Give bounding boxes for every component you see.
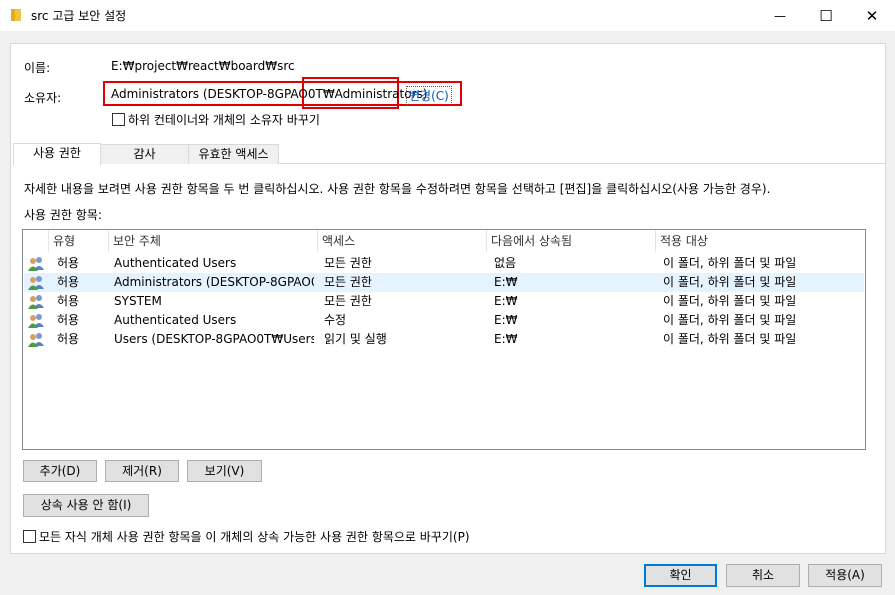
row-type: 허용 xyxy=(57,332,80,346)
close-icon: ✕ xyxy=(865,6,879,25)
row-access: 모든 권한 xyxy=(324,256,372,270)
users-icon xyxy=(28,276,44,290)
change-owner-link[interactable]: 변경(C) xyxy=(406,86,452,105)
column-header-icon[interactable] xyxy=(23,230,49,252)
view-button[interactable]: 보기(V) xyxy=(187,460,262,482)
replace-child-permissions-label[interactable]: 모든 자식 개체 사용 권한 항목을 이 개체의 상속 가능한 사용 권한 항목… xyxy=(39,528,470,545)
remove-button[interactable]: 제거(R) xyxy=(105,460,179,482)
row-applies-to: 이 폴더, 하위 폴더 및 파일 xyxy=(663,256,797,270)
row-access: 수정 xyxy=(324,313,347,327)
disable-inheritance-button[interactable]: 상속 사용 안 함(I) xyxy=(23,494,149,517)
window-title: src 고급 보안 설정 xyxy=(31,9,127,23)
permission-entries-label: 사용 권한 항목: xyxy=(24,208,102,222)
maximize-button[interactable]: ☐ xyxy=(803,0,849,31)
row-access: 읽기 및 실행 xyxy=(324,332,387,346)
row-inherited-from: E:₩ xyxy=(494,332,518,346)
users-icon xyxy=(28,257,44,271)
row-inherited-from: E:₩ xyxy=(494,275,518,289)
users-icon xyxy=(28,333,44,347)
permission-row[interactable]: 허용 Users (DESKTOP-8GPAO0T₩Users) 읽기 및 실행… xyxy=(24,330,864,349)
row-inherited-from: E:₩ xyxy=(494,313,518,327)
name-value: E:₩project₩react₩board₩src xyxy=(111,59,295,73)
row-type: 허용 xyxy=(57,313,80,327)
replace-child-permissions-checkbox[interactable] xyxy=(23,530,36,543)
row-principal: Authenticated Users xyxy=(114,313,237,327)
row-access: 모든 권한 xyxy=(324,294,372,308)
apply-button[interactable]: 적용(A) xyxy=(808,564,882,587)
owner-value: Administrators (DESKTOP-8GPAO0T₩Administ… xyxy=(111,87,428,101)
tab-permissions[interactable]: 사용 권한 xyxy=(13,143,101,165)
tab-effective-access[interactable]: 유효한 액세스 xyxy=(188,144,279,164)
ok-button[interactable]: 확인 xyxy=(644,564,717,587)
column-header-applies-to[interactable]: 적용 대상 xyxy=(656,230,863,252)
permission-row[interactable]: 허용 Authenticated Users 모든 권한 없음 이 폴더, 하위… xyxy=(24,254,864,273)
row-applies-to: 이 폴더, 하위 폴더 및 파일 xyxy=(663,313,797,327)
permission-entries-list[interactable]: 유형 보안 주체 액세스 다음에서 상속됨 적용 대상 허용 Authentic… xyxy=(22,229,866,450)
column-header-inherited-from[interactable]: 다음에서 상속됨 xyxy=(487,230,656,252)
users-icon xyxy=(28,314,44,328)
replace-owner-checkbox-label[interactable]: 하위 컨테이너와 개체의 소유자 바꾸기 xyxy=(128,111,320,128)
row-applies-to: 이 폴더, 하위 폴더 및 파일 xyxy=(663,294,797,308)
minimize-icon: — xyxy=(774,8,786,23)
owner-label: 소유자: xyxy=(24,91,62,105)
permission-row[interactable]: 허용 SYSTEM 모든 권한 E:₩ 이 폴더, 하위 폴더 및 파일 xyxy=(24,292,864,311)
row-principal: Authenticated Users xyxy=(114,256,237,270)
row-access: 모든 권한 xyxy=(324,275,372,289)
column-header-access[interactable]: 액세스 xyxy=(318,230,487,252)
replace-owner-checkbox[interactable] xyxy=(112,113,125,126)
name-label: 이름: xyxy=(24,61,51,75)
row-inherited-from: E:₩ xyxy=(494,294,518,308)
add-button[interactable]: 추가(D) xyxy=(23,460,97,482)
column-header-principal[interactable]: 보안 주체 xyxy=(109,230,318,252)
row-principal: Users (DESKTOP-8GPAO0T₩Users) xyxy=(114,332,314,346)
users-icon xyxy=(28,295,44,309)
row-principal: SYSTEM xyxy=(114,294,162,308)
row-principal: Administrators (DESKTOP-8GPAO0... xyxy=(114,275,314,289)
folder-icon xyxy=(11,9,21,21)
minimize-button[interactable]: — xyxy=(757,0,803,31)
row-applies-to: 이 폴더, 하위 폴더 및 파일 xyxy=(663,275,797,289)
maximize-icon: ☐ xyxy=(819,6,833,25)
close-button[interactable]: ✕ xyxy=(849,0,895,31)
tab-auditing[interactable]: 감사 xyxy=(100,144,189,164)
permission-row-selected[interactable]: 허용 Administrators (DESKTOP-8GPAO0... 모든 … xyxy=(24,273,864,292)
permission-row[interactable]: 허용 Authenticated Users 수정 E:₩ 이 폴더, 하위 폴… xyxy=(24,311,864,330)
column-header-type[interactable]: 유형 xyxy=(49,230,109,252)
row-type: 허용 xyxy=(57,275,80,289)
row-inherited-from: 없음 xyxy=(494,256,517,270)
cancel-button[interactable]: 취소 xyxy=(726,564,800,587)
row-applies-to: 이 폴더, 하위 폴더 및 파일 xyxy=(663,332,797,346)
row-type: 허용 xyxy=(57,256,80,270)
instructions-text: 자세한 내용을 보려면 사용 권한 항목을 두 번 클릭하십시오. 사용 권한 … xyxy=(24,182,771,196)
row-type: 허용 xyxy=(57,294,80,308)
